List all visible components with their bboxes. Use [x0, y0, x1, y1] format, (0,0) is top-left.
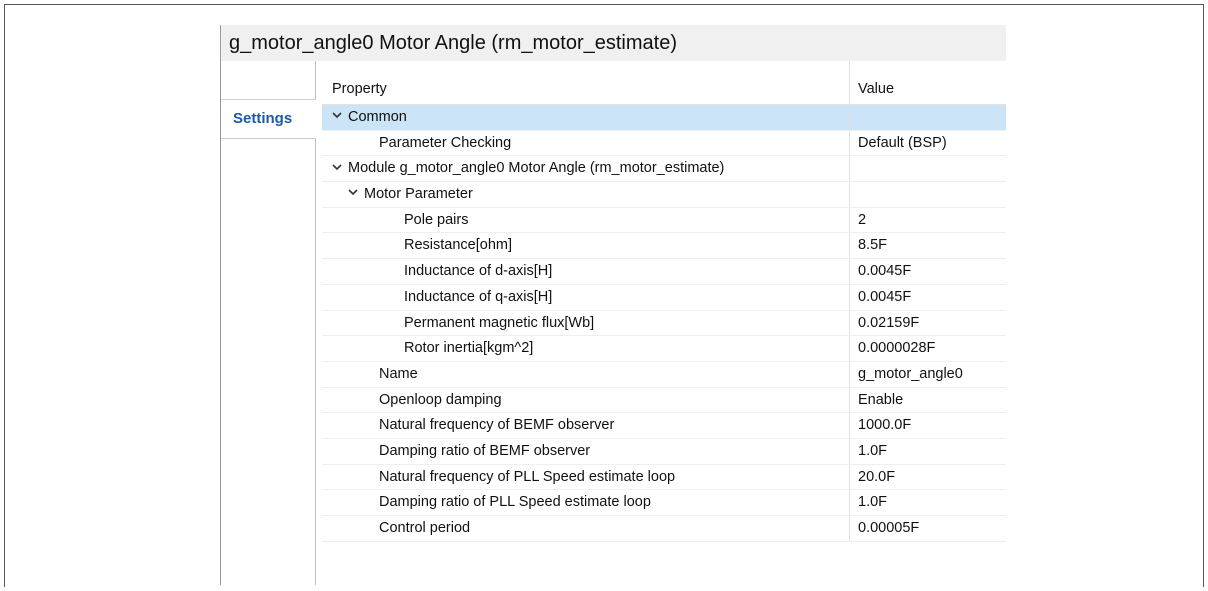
property-row-openloop-damping[interactable]: Openloop damping Enable: [322, 387, 1006, 414]
property-grid: Property Value Common Parameter Checking…: [322, 61, 1006, 542]
group-row-common[interactable]: Common: [322, 105, 1006, 131]
row-label: Resistance[ohm]: [322, 233, 850, 259]
row-value[interactable]: 1.0F: [858, 490, 887, 514]
row-label: Parameter Checking: [322, 130, 850, 156]
property-row-inductance-q[interactable]: Inductance of q-axis[H] 0.0045F: [322, 284, 1006, 311]
row-label: Natural frequency of BEMF observer: [322, 413, 850, 438]
row-label: Natural frequency of PLL Speed estimate …: [322, 464, 850, 490]
column-header-property[interactable]: Property: [322, 61, 850, 104]
tab-settings[interactable]: Settings: [221, 99, 316, 139]
row-label: Permanent magnetic flux[Wb]: [322, 310, 850, 336]
row-label: Common: [348, 109, 407, 125]
row-label: Damping ratio of PLL Speed estimate loop: [322, 490, 850, 515]
row-value[interactable]: g_motor_angle0: [858, 362, 963, 386]
property-row-bemf-frequency[interactable]: Natural frequency of BEMF observer 1000.…: [322, 413, 1006, 439]
tab-strip: Settings: [220, 61, 316, 585]
properties-panel: g_motor_angle0 Motor Angle (rm_motor_est…: [220, 25, 1006, 585]
row-label: Inductance of d-axis[H]: [322, 259, 850, 284]
panel-title: g_motor_angle0 Motor Angle (rm_motor_est…: [220, 25, 1006, 61]
chevron-down-icon[interactable]: [332, 162, 342, 172]
row-value[interactable]: 1.0F: [858, 439, 887, 463]
property-row-inductance-d[interactable]: Inductance of d-axis[H] 0.0045F: [322, 259, 1006, 285]
row-value[interactable]: 0.0045F: [858, 285, 911, 309]
property-row-rotor-inertia[interactable]: Rotor inertia[kgm^2] 0.0000028F: [322, 336, 1006, 362]
chevron-down-icon[interactable]: [332, 110, 342, 120]
row-label: Inductance of q-axis[H]: [322, 284, 850, 310]
row-label: Module g_motor_angle0 Motor Angle (rm_mo…: [348, 160, 725, 177]
row-value[interactable]: 0.0045F: [858, 259, 911, 283]
property-row-parameter-checking[interactable]: Parameter Checking Default (BSP): [322, 130, 1006, 157]
row-label: Rotor inertia[kgm^2]: [322, 336, 850, 361]
property-row-pll-damping[interactable]: Damping ratio of PLL Speed estimate loop…: [322, 490, 1006, 516]
property-row-control-period[interactable]: Control period 0.00005F: [322, 516, 1006, 542]
property-row-magnetic-flux[interactable]: Permanent magnetic flux[Wb] 0.02159F: [322, 310, 1006, 337]
row-label: Motor Parameter: [364, 186, 473, 203]
row-value[interactable]: 2: [858, 208, 866, 232]
property-row-pole-pairs[interactable]: Pole pairs 2: [322, 207, 1006, 234]
row-label: Name: [322, 361, 850, 387]
row-value[interactable]: Default (BSP): [858, 131, 947, 155]
group-row-module[interactable]: Module g_motor_angle0 Motor Angle (rm_mo…: [322, 156, 1006, 183]
property-row-name[interactable]: Name g_motor_angle0: [322, 361, 1006, 388]
row-value[interactable]: 20.0F: [858, 465, 895, 489]
property-row-bemf-damping[interactable]: Damping ratio of BEMF observer 1.0F: [322, 438, 1006, 465]
row-value[interactable]: 1000.0F: [858, 413, 911, 437]
group-row-motor-parameter[interactable]: Motor Parameter: [322, 182, 1006, 208]
row-label: Openloop damping: [322, 387, 850, 413]
grid-header: Property Value: [322, 61, 1006, 105]
row-value[interactable]: 8.5F: [858, 233, 887, 257]
row-value[interactable]: Enable: [858, 388, 903, 412]
row-label: Pole pairs: [322, 207, 850, 233]
row-value[interactable]: 0.0000028F: [858, 336, 935, 360]
property-row-pll-frequency[interactable]: Natural frequency of PLL Speed estimate …: [322, 464, 1006, 491]
chevron-down-icon[interactable]: [348, 187, 358, 197]
row-label: Control period: [322, 516, 850, 541]
property-row-resistance[interactable]: Resistance[ohm] 8.5F: [322, 233, 1006, 260]
row-value[interactable]: 0.00005F: [858, 516, 919, 540]
row-value[interactable]: 0.02159F: [858, 311, 919, 335]
row-label: Damping ratio of BEMF observer: [322, 438, 850, 464]
